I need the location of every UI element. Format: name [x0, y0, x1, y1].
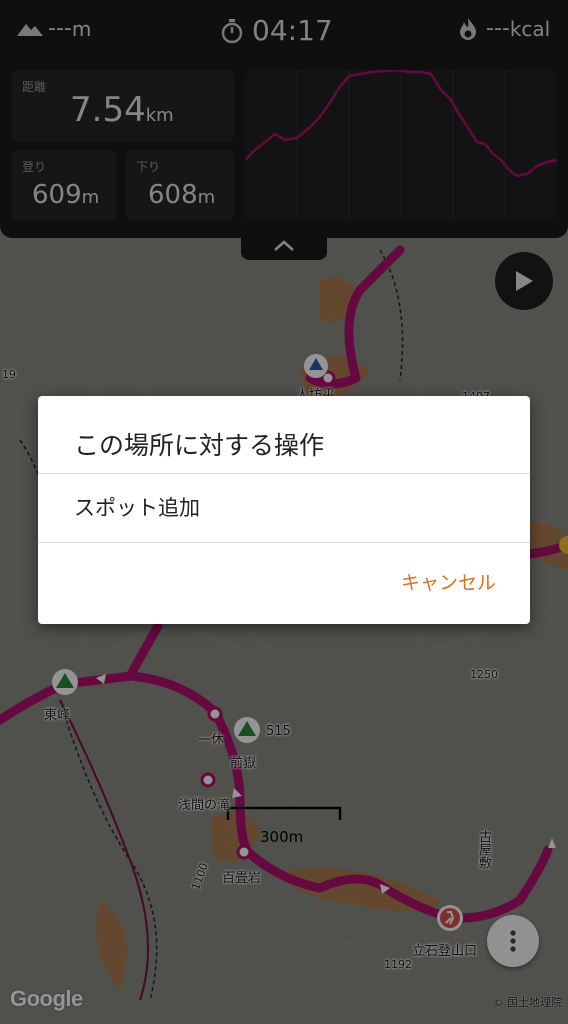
location-action-dialog: この場所に対する操作 スポット追加 キャンセル: [38, 396, 530, 624]
add-spot-option[interactable]: スポット追加: [38, 474, 530, 542]
dialog-divider-bottom: [38, 542, 530, 543]
add-spot-label: スポット追加: [74, 496, 200, 520]
cancel-button[interactable]: キャンセル: [401, 568, 496, 595]
dialog-title: この場所に対する操作: [74, 431, 325, 460]
